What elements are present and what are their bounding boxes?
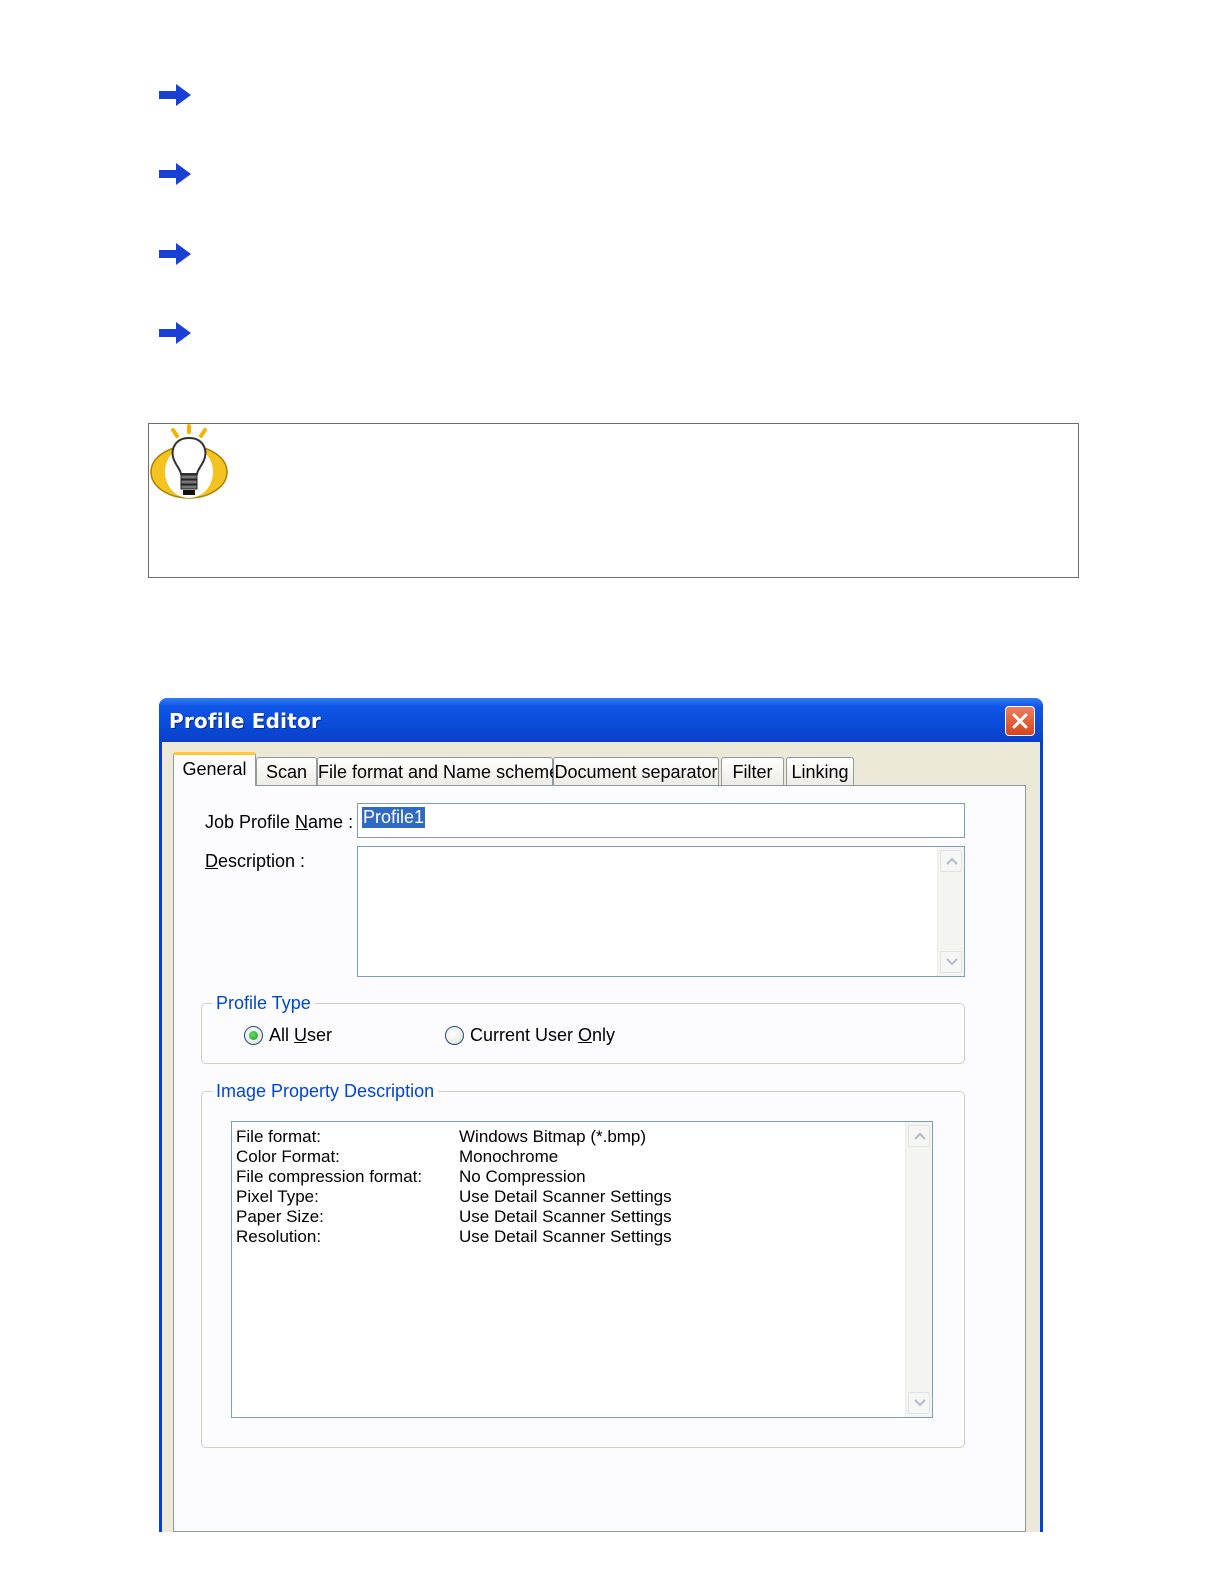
chevron-down-icon xyxy=(914,1399,926,1407)
description-label: Description : xyxy=(205,851,306,871)
description-scrollbar[interactable] xyxy=(937,847,964,976)
property-value: Use Detail Scanner Settings xyxy=(459,1227,672,1246)
close-icon xyxy=(1012,713,1028,729)
tab-document-separator[interactable]: Document separator xyxy=(553,757,719,786)
property-key: Pixel Type: xyxy=(236,1187,319,1206)
current-user-only-label[interactable]: Current User Only xyxy=(470,1025,615,1046)
arrow-right-icon xyxy=(159,243,191,265)
window-title: Profile Editor xyxy=(169,709,321,733)
arrow-right-icon xyxy=(159,84,191,106)
property-value: Windows Bitmap (*.bmp) xyxy=(459,1127,647,1146)
property-value: Use Detail Scanner Settings xyxy=(459,1207,672,1226)
property-key: Color Format: xyxy=(236,1147,340,1166)
property-value: Use Detail Scanner Settings xyxy=(459,1187,672,1206)
window-client-area: General Scan File format and Name scheme… xyxy=(162,742,1040,1532)
scroll-down-button[interactable] xyxy=(908,1392,930,1414)
close-button[interactable] xyxy=(1005,706,1035,736)
arrow-right-icon xyxy=(159,163,191,185)
image-property-scrollbar[interactable] xyxy=(905,1122,932,1417)
property-key: File format: xyxy=(236,1127,322,1146)
property-key: Resolution: xyxy=(236,1227,322,1246)
lightbulb-icon xyxy=(150,424,228,499)
general-tab-panel: Job Profile Name : Profile1 Description … xyxy=(173,785,1026,1532)
tab-filter[interactable]: Filter xyxy=(721,757,784,786)
chevron-down-icon xyxy=(946,958,958,966)
hint-box xyxy=(148,423,1079,578)
tab-general[interactable]: General xyxy=(173,752,256,786)
description-textarea[interactable] xyxy=(357,846,965,977)
chevron-up-icon xyxy=(914,1132,926,1140)
title-bar[interactable]: Profile Editor xyxy=(159,698,1043,742)
property-value: Monochrome xyxy=(459,1147,559,1166)
scroll-down-button[interactable] xyxy=(940,951,962,973)
property-key: File compression format: xyxy=(236,1167,423,1186)
profile-type-title: Profile Type xyxy=(212,993,315,1014)
tab-file-format-and-name-scheme[interactable]: File format and Name scheme xyxy=(317,757,559,786)
property-value: No Compression xyxy=(459,1167,586,1186)
scroll-up-button[interactable] xyxy=(940,850,962,872)
property-key: Paper Size: xyxy=(236,1207,324,1226)
tab-linking[interactable]: Linking xyxy=(786,757,854,786)
profile-editor-window: Profile Editor General Scan File format … xyxy=(159,698,1043,1532)
job-profile-name-label: Job Profile Name : xyxy=(205,812,354,832)
tab-scan[interactable]: Scan xyxy=(256,757,317,786)
job-profile-name-value: Profile1 xyxy=(362,807,426,828)
chevron-up-icon xyxy=(946,857,958,865)
scroll-up-button[interactable] xyxy=(908,1125,930,1147)
all-user-radio[interactable] xyxy=(244,1026,263,1045)
arrow-right-icon xyxy=(159,322,191,344)
image-property-title: Image Property Description xyxy=(212,1081,439,1102)
job-profile-name-input[interactable]: Profile1 xyxy=(357,803,965,838)
current-user-only-radio[interactable] xyxy=(445,1026,464,1045)
all-user-label[interactable]: All User xyxy=(269,1025,332,1046)
image-property-list[interactable]: File format: Windows Bitmap (*.bmp) Colo… xyxy=(231,1121,933,1418)
